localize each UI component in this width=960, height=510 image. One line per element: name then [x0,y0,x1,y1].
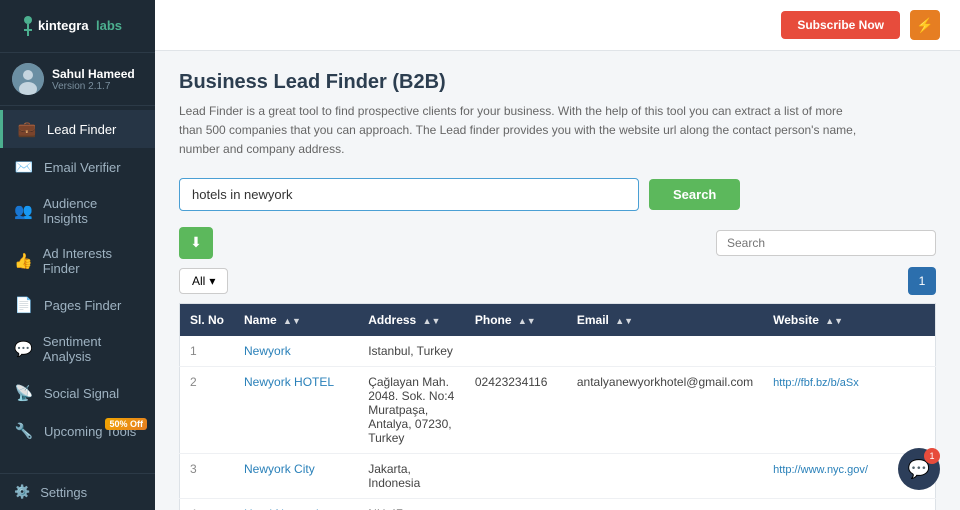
chat-bubble[interactable]: 💬 1 [898,448,940,490]
sidebar-label-pages-finder: Pages Finder [44,298,121,313]
sidebar-item-ad-interests[interactable]: 👍 Ad Interests Finder [0,236,155,286]
cell-phone [465,336,567,367]
sidebar-item-email-verifier[interactable]: ✉️ Email Verifier [0,148,155,186]
table-body: 1NewyorkIstanbul, Turkey2Newyork HOTELÇa… [180,336,936,510]
col-sl-no: Sl. No [180,303,235,336]
sidebar-label-sentiment: Sentiment Analysis [43,334,141,364]
col-name[interactable]: Name ▲▼ [234,303,358,336]
topbar-icon-button[interactable]: ⚡ [910,10,940,40]
cell-name[interactable]: Hotel Newyork [234,498,358,510]
sidebar-item-social-signal[interactable]: 📡 Social Signal [0,374,155,412]
table-search-input[interactable] [716,230,936,256]
table-row: 3Newyork CityJakarta, Indonesiahttp://ww… [180,453,936,498]
col-email[interactable]: Email ▲▼ [567,303,763,336]
audience-insights-icon: 👥 [14,202,33,220]
cell-name[interactable]: Newyork [234,336,358,367]
upcoming-tools-badge: 50% Off [105,418,147,430]
download-button[interactable]: ⬇ [179,227,213,259]
user-profile: Sahul Hameed Version 2.1.7 [0,53,155,106]
cell-phone: 02423234116 [465,366,567,453]
topbar: Subscribe Now ⚡ [155,0,960,51]
sidebar-item-audience-insights[interactable]: 👥 Audience Insights [0,186,155,236]
content-area: Business Lead Finder (B2B) Lead Finder i… [155,51,960,510]
col-phone[interactable]: Phone ▲▼ [465,303,567,336]
cell-website[interactable]: http://fbf.bz/b/aSx [763,366,935,453]
sidebar: kintegra labs Sahul Hameed Version 2.1.7… [0,0,155,510]
chat-notification-badge: 1 [924,448,940,464]
logo-container: kintegra labs [0,0,155,53]
user-name: Sahul Hameed [52,67,135,81]
email-verifier-icon: ✉️ [14,158,34,176]
search-bar-row: Search [179,178,936,211]
page-number-badge: 1 [908,267,936,295]
page-title: Business Lead Finder (B2B) [179,71,936,94]
subscribe-button[interactable]: Subscribe Now [781,11,900,39]
cell-phone [465,498,567,510]
sidebar-menu: 💼 Lead Finder ✉️ Email Verifier 👥 Audien… [0,106,155,473]
col-website[interactable]: Website ▲▼ [763,303,935,336]
table-row: 4Hotel NewyorkNH-47, Vilavancode, 629153… [180,498,936,510]
filter-dropdown-icon: ▾ [209,274,215,288]
svg-text:kintegra: kintegra [38,18,89,33]
lead-finder-icon: 💼 [17,120,37,138]
cell-website[interactable] [763,336,935,367]
upcoming-tools-icon: 🔧 [14,422,34,440]
sidebar-item-pages-finder[interactable]: 📄 Pages Finder [0,286,155,324]
results-table: Sl. No Name ▲▼ Address ▲▼ Phone ▲▼ Email… [179,303,936,510]
page-description: Lead Finder is a great tool to find pros… [179,102,859,160]
sentiment-icon: 💬 [14,340,33,358]
cell-phone [465,453,567,498]
cell-address: NH-47, Vilavancode, 629153, [358,498,465,510]
sidebar-label-lead-finder: Lead Finder [47,122,116,137]
cell-sl: 2 [180,366,235,453]
ad-interests-icon: 👍 [14,252,33,270]
sidebar-label-social: Social Signal [44,386,119,401]
cell-address: Istanbul, Turkey [358,336,465,367]
sidebar-label-ad-interests: Ad Interests Finder [43,246,141,276]
user-version: Version 2.1.7 [52,81,135,92]
cell-email [567,336,763,367]
cell-address: Jakarta, Indonesia [358,453,465,498]
filter-row: All ▾ 1 [179,267,936,295]
sidebar-label-settings: Settings [40,485,87,500]
cell-name[interactable]: Newyork HOTEL [234,366,358,453]
download-icon: ⬇ [190,234,202,251]
cell-email [567,453,763,498]
sidebar-item-sentiment-analysis[interactable]: 💬 Sentiment Analysis [0,324,155,374]
cell-sl: 4 [180,498,235,510]
table-row: 1NewyorkIstanbul, Turkey [180,336,936,367]
settings-icon: ⚙️ [14,484,30,500]
avatar [12,63,44,95]
table-toolbar: ⬇ [179,227,936,259]
cell-email [567,498,763,510]
cell-website[interactable] [763,498,935,510]
filter-label: All [192,274,205,288]
pages-finder-icon: 📄 [14,296,34,314]
main-content: Subscribe Now ⚡ Business Lead Finder (B2… [155,0,960,510]
sidebar-label-email-verifier: Email Verifier [44,160,121,175]
table-header: Sl. No Name ▲▼ Address ▲▼ Phone ▲▼ Email… [180,303,936,336]
cell-sl: 3 [180,453,235,498]
cell-sl: 1 [180,336,235,367]
main-search-button[interactable]: Search [649,179,740,210]
sidebar-item-upcoming-tools[interactable]: 🔧 Upcoming Tools 50% Off [0,412,155,450]
social-signal-icon: 📡 [14,384,34,402]
sidebar-label-audience-insights: Audience Insights [43,196,141,226]
cell-name[interactable]: Newyork City [234,453,358,498]
filter-all-button[interactable]: All ▾ [179,268,228,294]
col-address[interactable]: Address ▲▼ [358,303,465,336]
main-search-input[interactable] [179,178,639,211]
svg-text:labs: labs [96,18,122,33]
cell-address: Çağlayan Mah. 2048. Sok. No:4 Muratpaşa,… [358,366,465,453]
sidebar-item-settings[interactable]: ⚙️ Settings [0,473,155,510]
cell-email: antalyanewyorkhotel@gmail.com [567,366,763,453]
power-icon: ⚡ [916,17,933,34]
sidebar-item-lead-finder[interactable]: 💼 Lead Finder [0,110,155,148]
table-row: 2Newyork HOTELÇağlayan Mah. 2048. Sok. N… [180,366,936,453]
